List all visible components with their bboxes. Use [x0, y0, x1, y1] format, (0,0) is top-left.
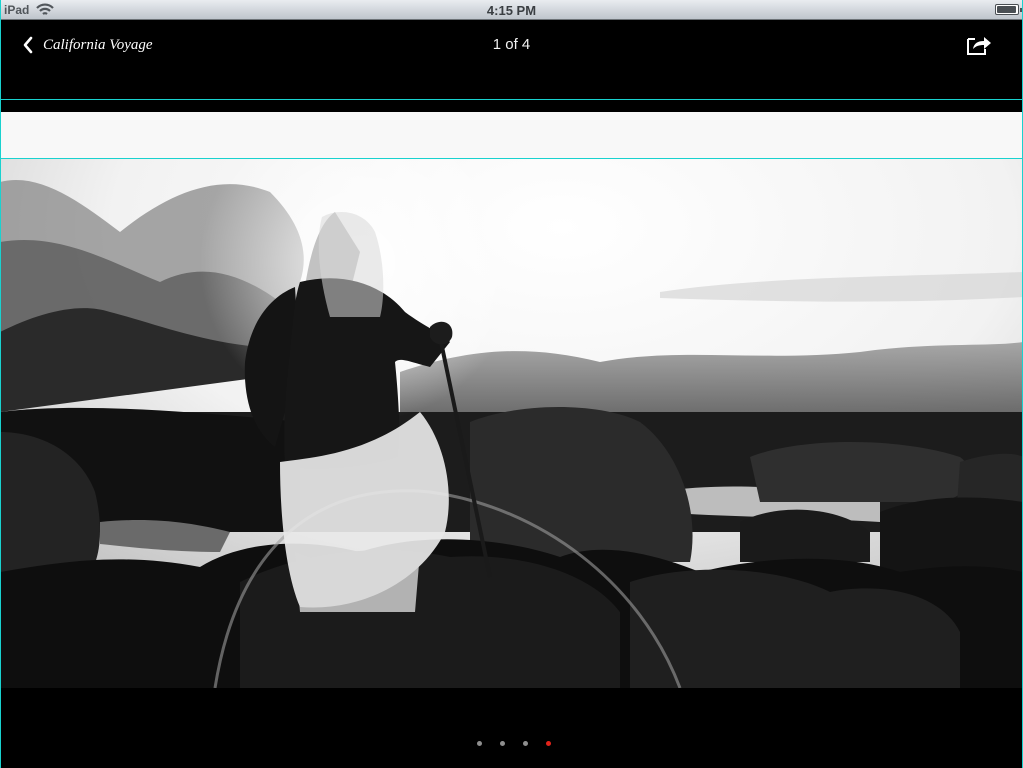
share-icon[interactable]: [966, 34, 992, 56]
battery-fill: [997, 6, 1016, 13]
status-bar: iPad 4:15 PM: [0, 0, 1023, 20]
status-clock: 4:15 PM: [486, 3, 537, 18]
page-dot-4[interactable]: [546, 741, 551, 746]
gallery-photo[interactable]: [0, 112, 1023, 688]
page-indicator[interactable]: [5, 741, 1023, 746]
nav-gap: [0, 101, 1023, 112]
page-dot-3[interactable]: [523, 741, 528, 746]
nav-bar: California Voyage 1 of 4: [0, 20, 1023, 100]
battery-icon: [995, 4, 1022, 15]
page-counter: 1 of 4: [492, 36, 531, 53]
gallery-footer: [0, 688, 1023, 768]
frame-edge: [0, 0, 1, 768]
caption-overlay: [0, 112, 1023, 159]
page-dot-1[interactable]: [477, 741, 482, 746]
page-dot-2[interactable]: [500, 741, 505, 746]
